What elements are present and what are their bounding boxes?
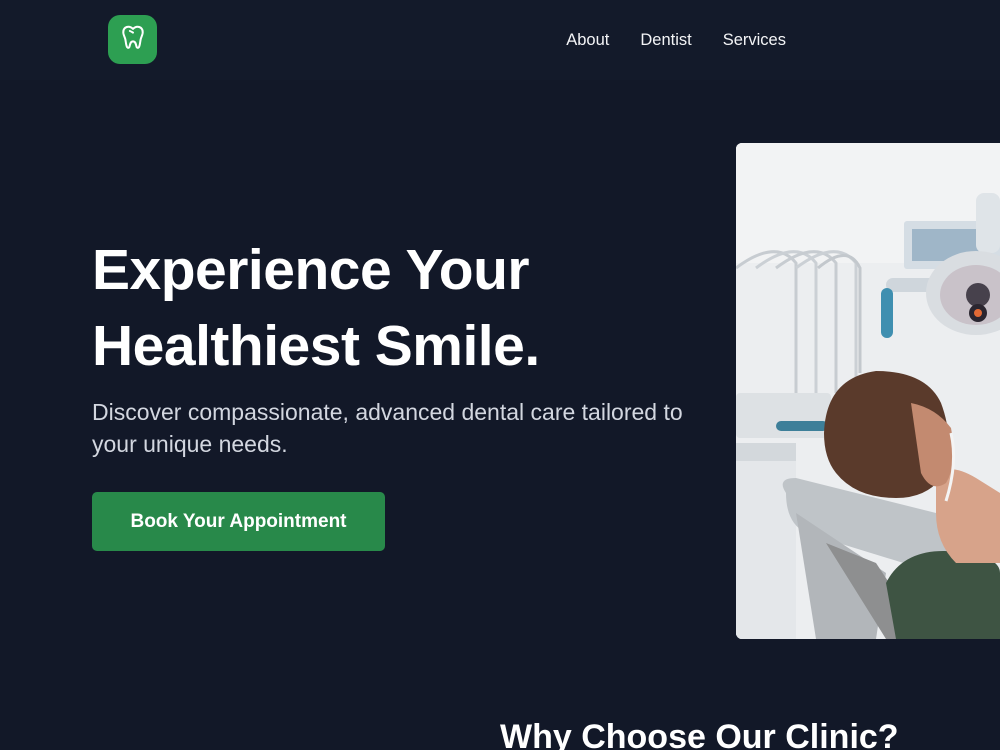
hero-image xyxy=(736,143,1000,639)
site-header: About Dentist Services xyxy=(0,0,1000,80)
nav-dentist-link[interactable]: Dentist xyxy=(640,30,691,50)
logo[interactable] xyxy=(108,15,157,64)
nav-services-link[interactable]: Services xyxy=(723,30,786,50)
main-nav: About Dentist Services xyxy=(566,30,786,50)
hero-title-line-1: Experience Your xyxy=(92,238,530,302)
tooth-icon xyxy=(118,22,148,57)
why-choose-heading: Why Choose Our Clinic? xyxy=(500,718,899,750)
hero-title-line-2: Healthiest Smile. xyxy=(92,314,540,378)
dental-patient-photo xyxy=(736,143,1000,639)
hero-subtitle: Discover compassionate, advanced dental … xyxy=(92,399,683,457)
nav-about-link[interactable]: About xyxy=(566,30,609,50)
book-appointment-button[interactable]: Book Your Appointment xyxy=(92,492,385,551)
hero-title: Experience Your Healthiest Smile. xyxy=(92,232,692,384)
